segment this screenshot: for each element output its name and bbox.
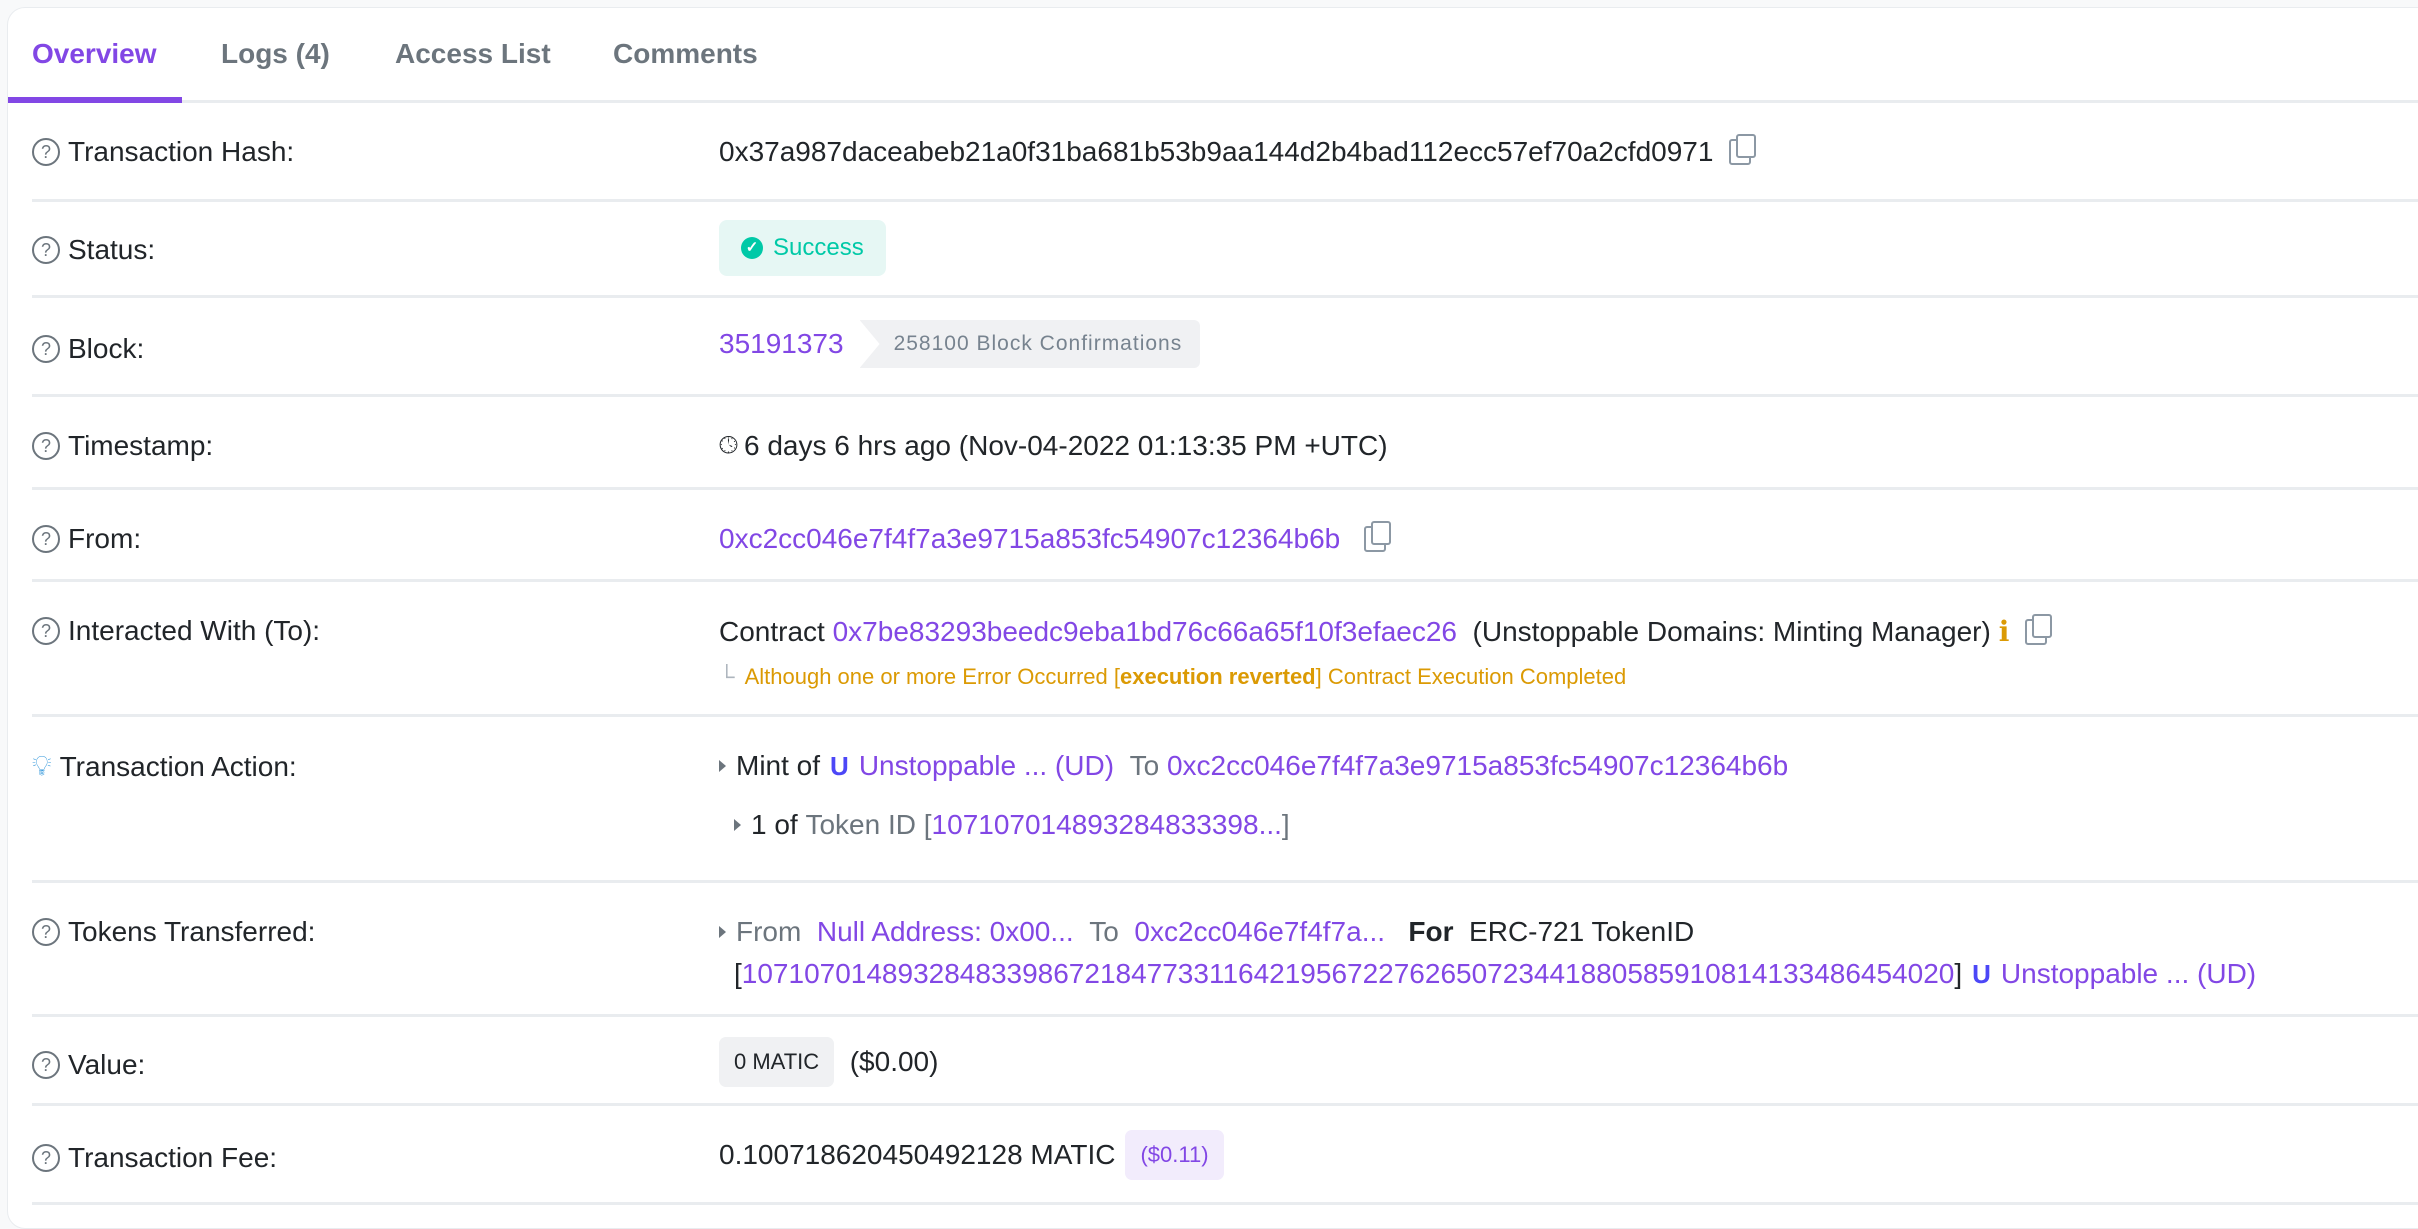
row-timestamp: ? Timestamp: 🕓︎ 6 days 6 hrs ago (Nov-04-2… (32, 397, 2418, 490)
contract-address-link[interactable]: 0x7be83293beedc9eba1bd76c66a65f10f3efaec… (833, 616, 1457, 648)
contract-name: (Unstoppable Domains: Minting Manager) (1472, 615, 1991, 647)
tab-bar: Overview Logs (4) Access List Comments (8, 8, 2418, 103)
unstoppable-domains-logo-icon: U (830, 750, 849, 781)
help-icon[interactable]: ? (32, 335, 60, 363)
from-label: From (736, 916, 802, 947)
row-transaction-fee: ? Transaction Fee: 0.100718620450492128 M… (32, 1106, 2418, 1205)
to-address-link[interactable]: 0xc2cc046e7f4f7a... (1134, 916, 1385, 948)
block-number-link[interactable]: 35191373 (719, 328, 844, 360)
from-address-link[interactable]: 0xc2cc046e7f4f7a3e9715a853fc54907c12364b… (719, 523, 1340, 555)
timestamp-value: 6 days 6 hrs ago (Nov-04-2022 01:13:35 P… (743, 430, 1388, 461)
warning-text-pre: Although one or more Error Occurred [ (744, 664, 1120, 689)
label: Block: (68, 333, 145, 364)
token-name-link[interactable]: Unstoppable ... (UD) (859, 750, 1114, 782)
row-block: ? Block: 35191373 258100 Block Confirmatio… (32, 298, 2418, 397)
help-icon[interactable]: ? (32, 432, 60, 460)
label: From: (68, 523, 142, 554)
check-circle-icon: ✓ (741, 237, 763, 259)
caret-right-icon (719, 926, 726, 938)
value-amount-badge: 0 MATIC (719, 1037, 835, 1087)
fee-usd-badge: ($0.11) (1125, 1130, 1224, 1180)
from-null-address-link[interactable]: Null Address: 0x00... (817, 916, 1074, 948)
to-address-link[interactable]: 0xc2cc046e7f4f7a3e9715a853fc54907c12364b… (1167, 750, 1788, 782)
row-value: ? Value: 0 MATIC ($0.00) (32, 1017, 2418, 1106)
contract-prefix: Contract (719, 615, 825, 647)
clock-icon: 🕓︎ (719, 432, 738, 459)
lightbulb-icon: 💡︎ (32, 750, 52, 781)
label: Transaction Action: (59, 750, 297, 782)
token-id-label: Token ID (805, 809, 916, 840)
copy-icon[interactable] (2025, 613, 2053, 645)
to-label: To (1089, 916, 1119, 947)
label: Transaction Hash: (68, 136, 295, 167)
label: Transaction Fee: (68, 1142, 278, 1173)
copy-icon[interactable] (1364, 521, 1392, 552)
label: Value: (68, 1049, 146, 1080)
help-icon[interactable]: ? (32, 918, 60, 946)
tab-comments[interactable]: Comments (613, 38, 758, 70)
token-id-link[interactable]: 107107014893284833398... (932, 809, 1282, 841)
row-interacted-with: ? Interacted With (To): Contract 0x7be832… (32, 582, 2418, 717)
label: Status: (68, 234, 156, 265)
help-icon[interactable]: ? (32, 1051, 60, 1079)
info-icon[interactable]: i (1999, 615, 2010, 648)
row-transaction-action: 💡︎ Transaction Action: Mint of U Unstoppabl… (32, 717, 2418, 883)
row-from: ? From: 0xc2cc046e7f4f7a3e9715a853fc54907… (32, 490, 2418, 582)
help-icon[interactable]: ? (32, 617, 60, 645)
tab-access-list[interactable]: Access List (395, 38, 551, 70)
caret-right-icon (734, 819, 741, 831)
label: Timestamp: (68, 430, 214, 461)
transaction-details-card: Overview Logs (4) Access List Comments ?… (7, 7, 2418, 1229)
status-badge: ✓ Success (719, 220, 886, 276)
tab-logs[interactable]: Logs (4) (221, 38, 330, 70)
help-icon[interactable]: ? (32, 138, 60, 166)
help-icon[interactable]: ? (32, 1144, 60, 1172)
value-usd: ($0.00) (849, 1046, 939, 1077)
warning-text-bold: execution reverted (1119, 664, 1316, 689)
fee-amount: 0.100718620450492128 MATIC (719, 1139, 1116, 1170)
copy-icon[interactable] (1729, 134, 1757, 165)
caret-right-icon (719, 760, 726, 772)
help-icon[interactable]: ? (32, 525, 60, 553)
row-tokens-transferred: ? Tokens Transferred: From Null Address: … (32, 883, 2418, 1017)
execution-warning: └ Although one or more Error Occurred [ex… (719, 664, 1626, 690)
row-status: ? Status: ✓ Success (32, 202, 2418, 298)
tab-overview[interactable]: Overview (32, 38, 157, 70)
label: Interacted With (To): (68, 615, 321, 646)
token-id-link[interactable]: 1071070148932848339867218477331164219567… (742, 958, 1955, 990)
label: Tokens Transferred: (68, 916, 316, 947)
unstoppable-domains-logo-icon: U (1972, 958, 1991, 989)
status-text: Success (773, 234, 864, 261)
block-confirmations-badge: 258100 Block Confirmations (859, 320, 1201, 368)
to-label: To (1129, 750, 1160, 781)
for-label: For (1408, 916, 1454, 947)
row-transaction-hash: ? Transaction Hash: 0x37a987daceabeb21a0f… (32, 103, 2418, 202)
warning-text-post: ] Contract Execution Completed (1315, 664, 1627, 689)
help-icon[interactable]: ? (32, 236, 60, 264)
tree-branch-icon: └ (719, 664, 735, 689)
token-name-link[interactable]: Unstoppable ... (UD) (2001, 958, 2256, 990)
token-standard: ERC-721 TokenID (1469, 916, 1695, 947)
count-text: 1 of (751, 809, 798, 840)
transaction-hash: 0x37a987daceabeb21a0f31ba681b53b9aa144d2… (719, 136, 1714, 167)
mint-of-text: Mint of (736, 750, 821, 781)
